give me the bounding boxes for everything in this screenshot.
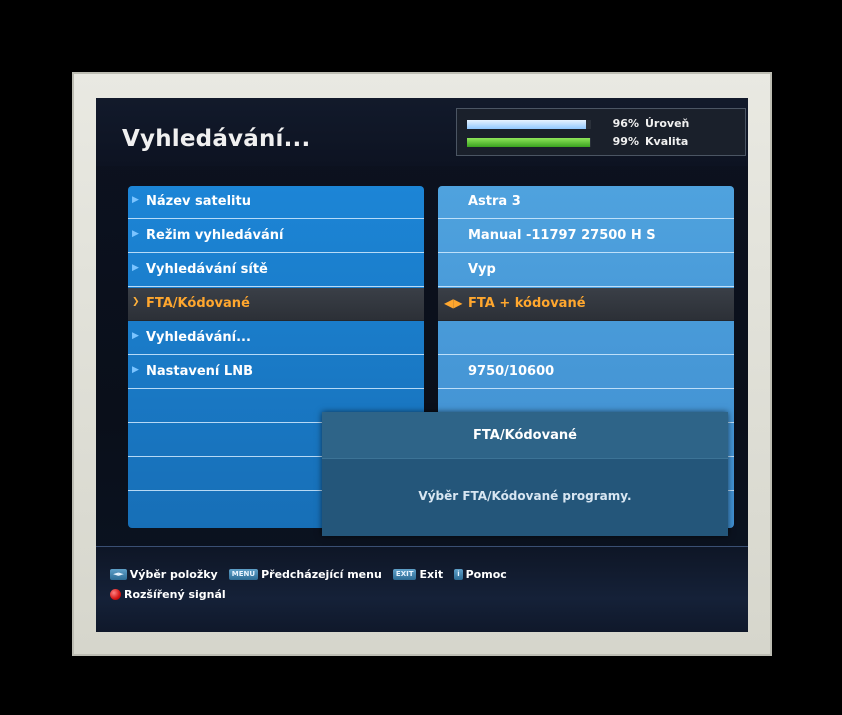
value-label: FTA + kódované [468, 296, 586, 311]
help-nav-label: Výběr položky [129, 568, 218, 581]
chevron-right-icon: ▶ [132, 331, 139, 341]
signal-quality-fill [467, 138, 590, 147]
help-row-keys: ◄► Výběr položky MENU Předcházející menu E… [110, 564, 513, 582]
chevron-right-icon: ▶ [132, 263, 139, 273]
menu-item-search-mode[interactable]: ▶ Režim vyhledávání [128, 220, 424, 253]
menu-key-icon[interactable]: MENU [228, 569, 259, 580]
menu-item-label: Vyhledávání sítě [146, 262, 268, 277]
menu-item-lnb-settings[interactable]: ▶ Nastavení LNB [128, 356, 424, 389]
left-right-arrows-icon[interactable]: ◀▶ [444, 296, 462, 310]
nav-key-icon: ◄► [110, 569, 127, 580]
footer-help-bar: ◄► Výběr položky MENU Předcházející menu E… [96, 546, 748, 632]
value-lnb-settings[interactable]: 9750/10600 [438, 356, 734, 389]
popup-header: FTA/Kódované [322, 412, 728, 459]
value-network-search[interactable]: Vyp [438, 254, 734, 287]
chevron-right-icon: ▶ [132, 229, 139, 239]
menu-item-satellite-name[interactable]: ▶ Název satelitu [128, 186, 424, 219]
value-label: Astra 3 [468, 194, 521, 209]
value-label: Manual -11797 27500 H S [468, 228, 656, 243]
menu-item-label: Vyhledávání... [146, 330, 251, 345]
popup-title: FTA/Kódované [473, 428, 577, 443]
help-help-label: Pomoc [465, 568, 507, 581]
chevron-right-icon: ▶ [132, 195, 139, 205]
exit-key-icon[interactable]: EXIT [392, 569, 417, 580]
menu-item-network-search[interactable]: ▶ Vyhledávání sítě [128, 254, 424, 287]
chevron-right-icon: ❯ [132, 297, 140, 307]
signal-level-label: Úroveň [645, 117, 690, 130]
signal-level-row: 96% Úroveň [467, 117, 737, 133]
help-menu-label: Předcházející menu [261, 568, 382, 581]
help-key-icon[interactable]: i [454, 569, 463, 580]
value-start-search[interactable] [438, 322, 734, 355]
signal-quality-percent: 99% [612, 135, 639, 148]
help-popup: FTA/Kódované Výběr FTA/Kódované programy… [322, 412, 728, 536]
header: Vyhledávání... 96% Úroveň 99% Kvalita [96, 98, 748, 166]
signal-level-fill [467, 120, 587, 129]
value-satellite-name[interactable]: Astra 3 [438, 186, 734, 219]
menu-item-start-search[interactable]: ▶ Vyhledávání... [128, 322, 424, 355]
menu-item-fta-encrypted[interactable]: ❯ FTA/Kódované [128, 288, 424, 321]
value-search-mode[interactable]: Manual -11797 27500 H S [438, 220, 734, 253]
signal-quality-row: 99% Kvalita [467, 135, 737, 151]
page-title: Vyhledávání... [122, 126, 311, 152]
signal-level-percent: 96% [612, 117, 639, 130]
signal-level-bar [467, 120, 591, 129]
signal-quality-bar [467, 138, 591, 147]
signal-meter: 96% Úroveň 99% Kvalita [456, 108, 746, 156]
popup-message: Výběr FTA/Kódované programy. [418, 489, 632, 503]
chevron-right-icon: ▶ [132, 365, 139, 375]
value-fta-encrypted[interactable]: ◀▶ FTA + kódované [438, 288, 734, 321]
value-label: 9750/10600 [468, 364, 555, 379]
menu-item-label: Název satelitu [146, 194, 251, 209]
help-row-red: Rozšířený signál [110, 584, 232, 602]
menu-item-label: Režim vyhledávání [146, 228, 284, 243]
value-label: Vyp [468, 262, 496, 277]
signal-quality-label: Kvalita [645, 135, 689, 148]
help-exit-label: Exit [419, 568, 444, 581]
tv-screen: Vyhledávání... 96% Úroveň 99% Kvalita ▶ … [96, 98, 748, 632]
red-button-icon[interactable] [110, 589, 121, 600]
menu-item-label: Nastavení LNB [146, 364, 253, 379]
help-red-label: Rozšířený signál [124, 588, 226, 601]
menu-item-label: FTA/Kódované [146, 296, 250, 311]
